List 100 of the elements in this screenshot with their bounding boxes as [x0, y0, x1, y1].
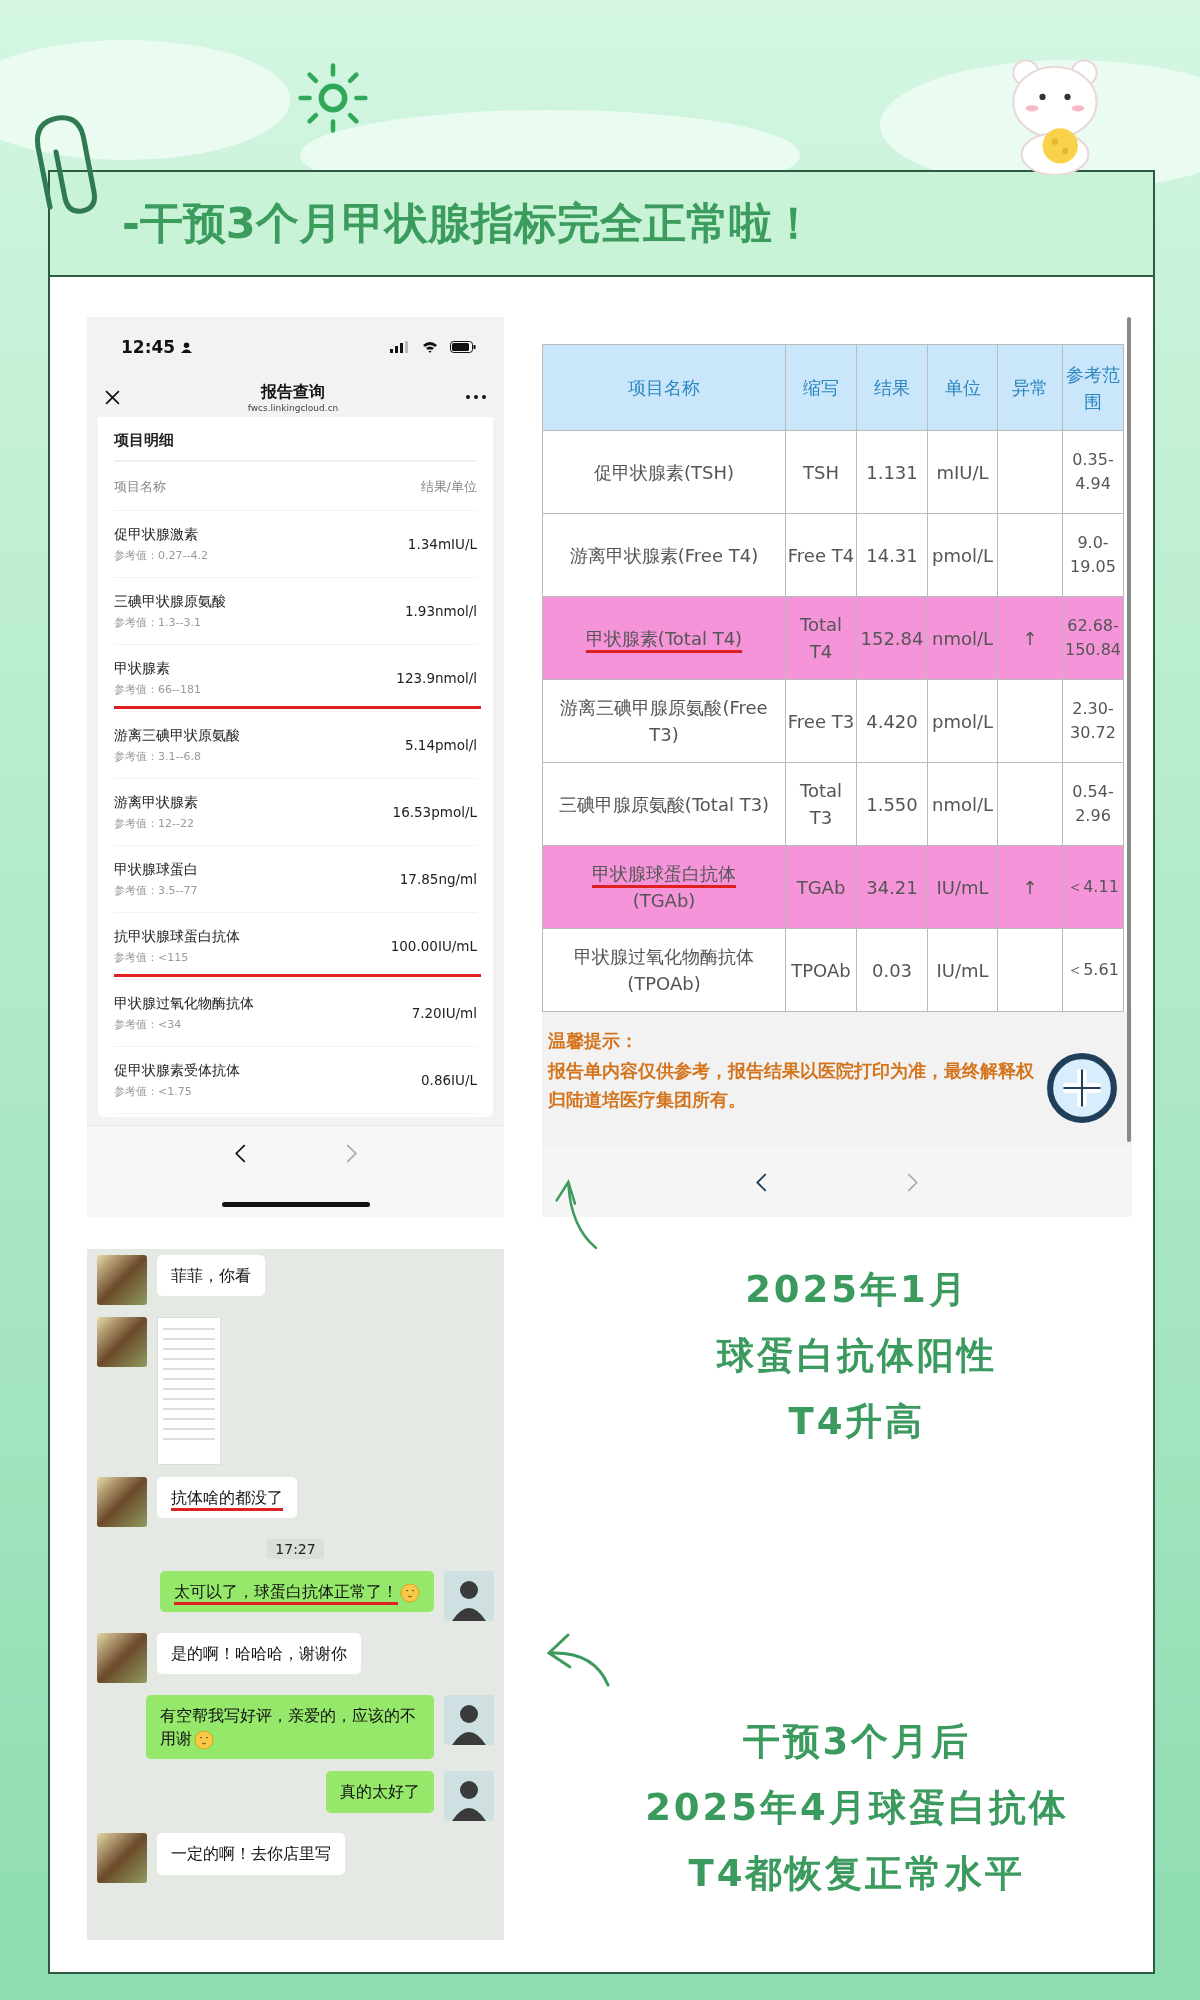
table-cell: 甲状腺过氧化物酶抗体 (TPOAb) — [542, 928, 786, 1012]
table-cell: Total T3 — [785, 762, 857, 846]
signal-icon — [390, 341, 410, 353]
back-icon[interactable] — [756, 1172, 767, 1192]
table-cell: 游离三碘甲腺原氨酸(Free T3) — [542, 679, 786, 763]
table-cell: 甲状腺球蛋白抗体 (TGAb) — [542, 845, 786, 929]
table-header: 参考范围 — [1062, 344, 1124, 431]
table-cell: nmol/L — [927, 596, 998, 680]
notice-title: 温馨提示： — [548, 1029, 639, 1053]
table-cell: IU/mL — [927, 845, 998, 929]
wifi-icon — [422, 341, 438, 353]
test-name: 游离甲状腺素 — [114, 793, 198, 812]
caption-text: T4都恢复正常水平 — [688, 1851, 1026, 1897]
table-cell: TSH — [785, 430, 857, 514]
reference-range: 参考值：3.1--6.8 — [114, 748, 202, 764]
test-name: 三碘甲状腺原氨酸 — [114, 592, 226, 611]
table-cell: ＜5.61 — [1062, 928, 1124, 1012]
table-cell: 1.131 — [856, 430, 928, 514]
notice-text: 报告单内容仅供参考，报告结果以医院打印为准，最终解释权归陆道培医疗集团所有。 — [548, 1058, 1035, 1113]
smiley-icon — [194, 1729, 214, 1750]
test-name: 甲状腺素 — [114, 659, 171, 678]
message-bubble: 有空帮我写好评，亲爱的，应该的不用谢 — [146, 1695, 434, 1760]
table-cell: pmol/L — [927, 513, 998, 597]
reference-range: 参考值：<34 — [114, 1016, 183, 1032]
table-header: 异常 — [997, 344, 1063, 431]
plus-button-icon[interactable] — [1046, 1052, 1118, 1124]
table-cell: 1.550 — [856, 762, 928, 846]
reference-range: 参考值：<115 — [114, 949, 190, 965]
message-bubble: 真的太好了 — [326, 1771, 434, 1813]
test-name: 游离三碘甲状原氨酸 — [114, 726, 240, 745]
page-title: 报告查询 — [261, 381, 325, 403]
test-name: 抗甲状腺球蛋白抗体 — [114, 927, 240, 946]
message-bubble: 菲菲，你看 — [157, 1255, 265, 1297]
person-icon — [181, 341, 193, 353]
message-bubble: 太可以了，球蛋白抗体正常了！ — [160, 1571, 434, 1613]
table-cell: 62.68-150.84 — [1062, 596, 1124, 680]
section-title: 项目明细 — [114, 417, 477, 462]
test-result: 17.85ng/ml — [399, 871, 477, 887]
caption-text: T4升高 — [788, 1399, 926, 1445]
table-cell: 三碘甲腺原氨酸(Total T3) — [542, 762, 786, 846]
back-icon[interactable] — [234, 1144, 246, 1163]
table-cell: nmol/L — [927, 762, 998, 846]
test-name: 甲状腺过氧化物酶抗体 — [114, 994, 254, 1013]
table-cell: 0.54-2.96 — [1062, 762, 1124, 846]
table-cell: TPOAb — [785, 928, 857, 1012]
table-cell: 游离甲状腺素(Free T4) — [542, 513, 786, 597]
table-cell: Total T4 — [785, 596, 857, 680]
table-cell: 0.03 — [856, 928, 928, 1012]
table-cell: ↑ — [997, 845, 1063, 929]
reference-range: 参考值：12--22 — [114, 815, 195, 831]
table-cell: 促甲状腺素(TSH) — [542, 430, 786, 514]
test-result: 0.86IU/L — [421, 1072, 477, 1088]
test-result: 1.34mIU/L — [407, 536, 477, 552]
table-cell: 2.30-30.72 — [1062, 679, 1124, 763]
table-header: 项目名称 — [542, 344, 786, 431]
caption-text: 2025年4月球蛋白抗体 — [645, 1785, 1069, 1831]
battery-icon — [450, 341, 476, 353]
close-icon[interactable] — [105, 389, 120, 405]
chat-timestamp: 17:27 — [267, 1539, 324, 1559]
test-name: 甲状腺球蛋白 — [114, 860, 198, 879]
table-cell: 14.31 — [856, 513, 928, 597]
test-result: 100.00IU/mL — [390, 938, 477, 954]
page-url: fwcs.linkingcloud.cn — [247, 402, 339, 413]
table-cell: 甲状腺素(Total T4) — [542, 596, 786, 680]
caption-text: 干预3个月后 — [742, 1719, 972, 1765]
table-cell: 34.21 — [856, 845, 928, 929]
table-cell: Free T3 — [785, 679, 857, 763]
test-result: 7.20IU/ml — [411, 1005, 477, 1021]
sun-icon — [297, 62, 369, 134]
table-cell: Free T4 — [785, 513, 857, 597]
column-header: 结果/单位 — [420, 478, 477, 496]
test-name: 促甲状腺素受体抗体 — [114, 1061, 240, 1080]
table-cell: mIU/L — [927, 430, 998, 514]
message-bubble: 是的啊！哈哈哈，谢谢你 — [157, 1633, 361, 1675]
reference-range: 参考值：0.27--4.2 — [114, 547, 208, 563]
reference-range: 参考值：3.5--77 — [114, 882, 198, 898]
more-icon[interactable] — [466, 395, 486, 399]
reference-range: 参考值：1.3--3.1 — [114, 614, 202, 630]
reference-range: 参考值：66--181 — [114, 681, 201, 697]
table-cell: pmol/L — [927, 679, 998, 763]
caption-text: 球蛋白抗体阳性 — [717, 1333, 997, 1379]
table-cell: ↑ — [997, 596, 1063, 680]
smiley-icon — [400, 1582, 420, 1603]
status-time: 12:45 — [121, 337, 176, 357]
test-result: 16.53pmol/L — [392, 804, 477, 820]
table-cell: IU/mL — [927, 928, 998, 1012]
reference-range: 参考值：<1.75 — [114, 1083, 193, 1099]
table-cell: TGAb — [785, 845, 857, 929]
message-bubble: 一定的啊！去你店里写 — [157, 1833, 345, 1875]
table-header: 结果 — [856, 344, 928, 431]
poster-title: -干预3个月甲状腺指标完全正常啦！ — [122, 196, 815, 250]
table-cell: 9.0-19.05 — [1062, 513, 1124, 597]
test-name: 促甲状腺激素 — [114, 525, 199, 544]
column-header: 项目名称 — [114, 478, 166, 496]
caption-text: 2025年1月 — [745, 1267, 969, 1313]
message-bubble: 抗体啥的都没了 — [157, 1477, 297, 1519]
table-cell: ＜4.11 — [1062, 845, 1124, 929]
test-result: 123.9nmol/l — [396, 670, 477, 686]
test-result: 1.93nmol/l — [404, 603, 477, 619]
table-cell: 152.84 — [856, 596, 928, 680]
